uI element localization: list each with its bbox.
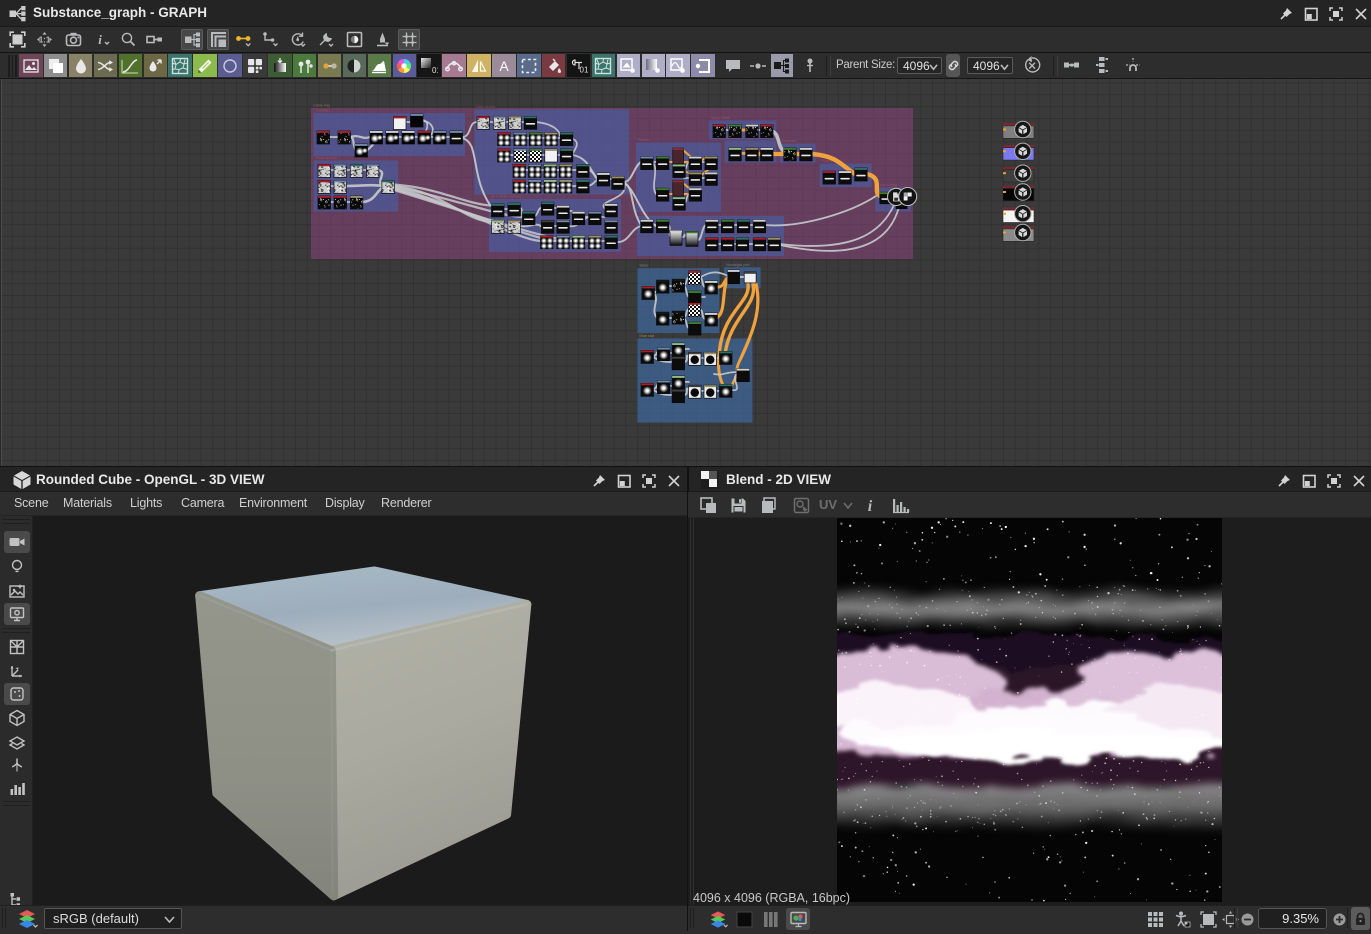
svg-text:Blue star: Blue star — [639, 334, 655, 338]
svg-text:Stars: Stars — [639, 264, 648, 268]
svg-text:Contrast: Contrast — [782, 139, 797, 143]
svg-text:Spark Math: Spark Math — [711, 116, 730, 120]
svg-text:Main levels: Main levels — [476, 105, 495, 109]
svg-text:Cable tray: Cable tray — [313, 104, 330, 108]
svg-text:Painter: Painter — [638, 138, 651, 142]
svg-text:01: 01 — [579, 65, 588, 74]
svg-text:A: A — [499, 58, 509, 74]
svg-text:i: i — [98, 32, 102, 47]
svg-text:i: i — [867, 498, 872, 515]
svg-text:Final output: Final output — [878, 183, 899, 187]
svg-text:Pearl texture: Pearl texture — [316, 156, 338, 160]
svg-text:1:1: 1:1 — [38, 36, 50, 45]
svg-text:01: 01 — [432, 66, 438, 75]
svg-text:Nostalgia port: Nostalgia port — [726, 263, 750, 267]
svg-text:Blue white overlay: Blue white overlay — [491, 195, 522, 199]
svg-text:Overlays: Overlays — [316, 109, 331, 113]
